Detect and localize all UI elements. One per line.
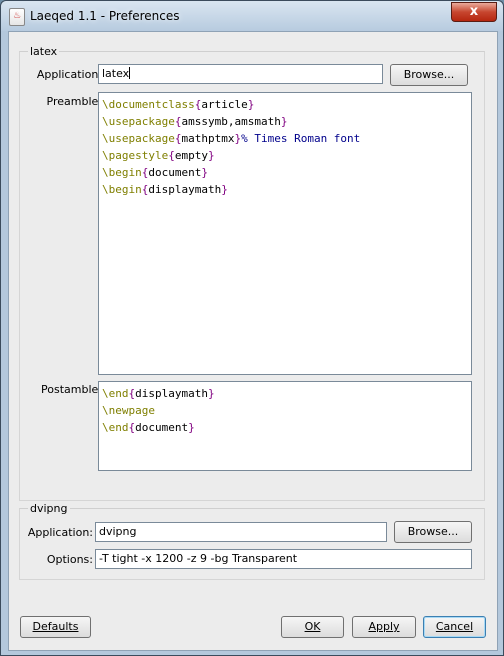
code-token-brace: }	[247, 98, 255, 111]
cancel-button-label: Cancel	[435, 620, 474, 633]
close-icon: x	[469, 4, 479, 19]
defaults-button[interactable]: Defaults	[20, 616, 91, 638]
dvipng-group-title: dvipng	[28, 502, 70, 515]
latex-browse-button[interactable]: Browse...	[390, 64, 468, 86]
code-line: \documentclass{article}	[102, 96, 468, 113]
code-token-brace: }	[201, 166, 208, 179]
ok-button[interactable]: OK	[281, 616, 344, 638]
code-token-cmd: \begin	[102, 183, 142, 196]
code-token-comment: % Times Roman font	[241, 132, 361, 145]
code-token-cmd: \pagestyle	[102, 149, 169, 162]
code-line: \newpage	[102, 402, 468, 419]
code-token-brace: }	[280, 115, 288, 128]
dialog-content: latex Application: latex Browse... Pream…	[8, 31, 498, 651]
postamble-textarea[interactable]: \end{displaymath} \newpage \end{document}	[98, 381, 472, 471]
window-title: Laeqed 1.1 - Preferences	[30, 9, 180, 23]
code-line: \begin{document}	[102, 164, 468, 181]
latex-application-label: Application:	[36, 68, 102, 81]
preamble-label: Preamble:	[46, 95, 102, 108]
code-token-brace: }	[207, 387, 215, 400]
code-token-cmd: \usepackage	[102, 132, 175, 145]
code-line: \end{displaymath}	[102, 385, 468, 402]
code-token-cmd: \end	[102, 387, 129, 400]
code-token-arg: article	[201, 98, 248, 111]
ok-button-label: OK	[304, 620, 321, 633]
apply-button[interactable]: Apply	[352, 616, 416, 638]
code-line: \usepackage{mathptmx}% Times Roman font	[102, 130, 468, 147]
code-token-brace: }	[207, 149, 215, 162]
title-bar[interactable]: ♨ Laeqed 1.1 - Preferences x	[1, 1, 503, 31]
code-token-cmd: \newpage	[102, 404, 155, 417]
postamble-label: Postamble:	[41, 383, 102, 396]
dvipng-group: dvipng Application: dvipng Browse... Opt…	[19, 502, 485, 580]
latex-group: latex Application: latex Browse... Pream…	[19, 45, 485, 501]
code-token-arg: amssymb,amsmath	[181, 115, 281, 128]
code-token-arg: document	[148, 166, 202, 179]
close-button[interactable]: x	[451, 2, 497, 22]
latex-application-input[interactable]: latex	[98, 64, 383, 84]
defaults-button-label: Defaults	[32, 620, 79, 633]
code-line: \usepackage{amssymb,amsmath}	[102, 113, 468, 130]
dvipng-browse-button[interactable]: Browse...	[394, 521, 472, 543]
apply-button-label: Apply	[368, 620, 400, 633]
code-token-arg: empty	[174, 149, 208, 162]
cancel-button[interactable]: Cancel	[423, 616, 486, 638]
code-token-brace: }	[188, 421, 195, 434]
latex-group-title: latex	[28, 45, 60, 58]
preferences-window: ♨ Laeqed 1.1 - Preferences x latex Appli…	[0, 0, 504, 656]
code-token-brace: {	[168, 149, 175, 162]
preamble-textarea[interactable]: \documentclass{article} \usepackage{amssy…	[98, 92, 472, 375]
code-token-arg: mathptmx	[181, 132, 235, 145]
code-token-cmd: \usepackage	[102, 115, 175, 128]
code-line: \end{document}	[102, 419, 468, 436]
text-caret	[129, 67, 131, 79]
code-token-cmd: \documentclass	[102, 98, 195, 111]
latex-application-value: latex	[102, 67, 130, 80]
dvipng-options-label: Options:	[46, 553, 93, 566]
code-line: \begin{displaymath}	[102, 181, 468, 198]
dvipng-application-label: Application:	[27, 526, 93, 539]
dvipng-options-input[interactable]: -T tight -x 1200 -z 9 -bg Transparent	[95, 549, 472, 569]
code-token-cmd: \begin	[102, 166, 142, 179]
code-token-brace: }	[221, 183, 228, 196]
code-line: \pagestyle{empty}	[102, 147, 468, 164]
code-token-cmd: \end	[102, 421, 129, 434]
java-app-icon: ♨	[9, 8, 25, 26]
dvipng-application-input[interactable]: dvipng	[95, 522, 387, 542]
code-token-arg: displaymath	[135, 387, 208, 400]
code-token-arg: displaymath	[148, 183, 222, 196]
code-token-arg: document	[135, 421, 189, 434]
